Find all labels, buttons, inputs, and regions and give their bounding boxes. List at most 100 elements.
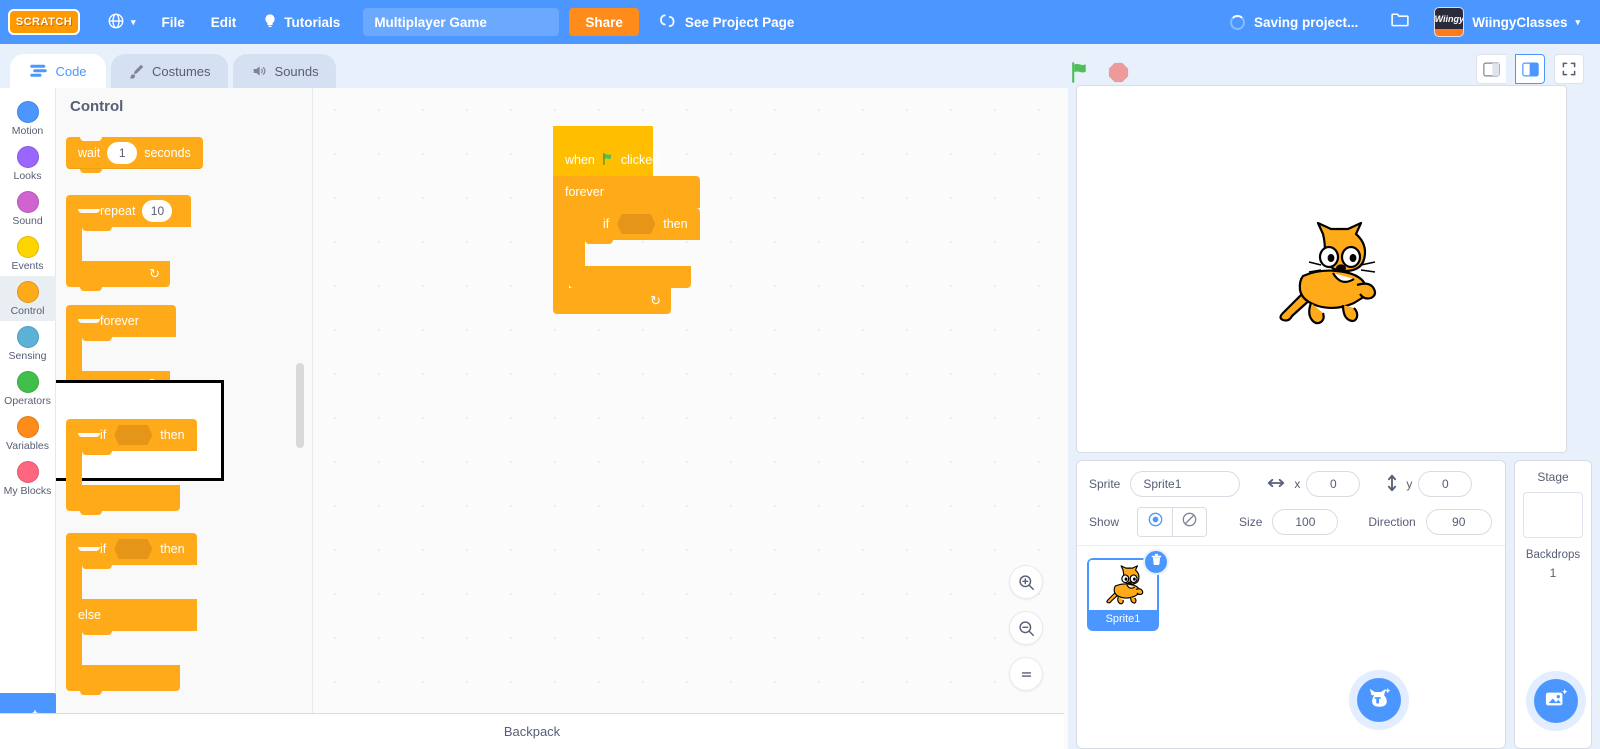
block-notch xyxy=(78,209,100,213)
condition-hex-slot[interactable] xyxy=(114,425,153,445)
block-when-flag-clicked[interactable]: when clicked xyxy=(553,126,659,176)
sprite-list: Sprite1 xyxy=(1077,546,1505,643)
repeat-count-input[interactable]: 10 xyxy=(142,200,173,222)
category-variables[interactable]: Variables xyxy=(0,411,56,456)
green-flag-icon xyxy=(601,152,615,169)
backpack-bar[interactable]: Backpack xyxy=(0,713,1064,749)
stage-column: Sprite x xyxy=(1068,85,1600,749)
my-stuff-button[interactable] xyxy=(1372,9,1428,35)
category-label: Control xyxy=(10,305,45,317)
category-sensing[interactable]: Sensing xyxy=(0,321,56,366)
choose-backdrop-image-icon xyxy=(1544,688,1568,715)
category-my-blocks[interactable]: My Blocks xyxy=(0,456,56,501)
tab-sounds[interactable]: Sounds xyxy=(232,54,336,88)
block-notch xyxy=(80,287,102,291)
category-sound[interactable]: Sound xyxy=(0,186,56,231)
palette-block-repeat[interactable]: repeat 10 ↻ xyxy=(66,195,192,291)
category-motion[interactable]: Motion xyxy=(0,96,56,141)
block-palette[interactable]: Control wait 1 seconds repeat 10 ↻ forev… xyxy=(56,88,313,749)
palette-block-wait[interactable]: wait 1 seconds xyxy=(66,137,203,173)
code-canvas[interactable]: when clicked forever if then ↻ xyxy=(313,88,1068,749)
stage-control-buttons xyxy=(1068,60,1130,85)
zoom-reset-button[interactable] xyxy=(1009,657,1043,691)
zoom-in-button[interactable] xyxy=(1009,565,1043,599)
project-title-input[interactable] xyxy=(363,8,560,36)
tab-costumes[interactable]: Costumes xyxy=(111,54,228,88)
block-forever[interactable]: forever if then ↻ xyxy=(553,176,700,314)
category-color-dot xyxy=(16,146,39,168)
tab-sounds-label: Sounds xyxy=(274,63,319,79)
block-if-then[interactable]: if then xyxy=(569,208,700,288)
script-stack[interactable]: when clicked forever if then ↻ xyxy=(553,126,700,314)
sprite-y-input[interactable] xyxy=(1418,471,1473,497)
green-flag-button[interactable] xyxy=(1068,60,1093,85)
language-menu[interactable]: ▾ xyxy=(94,0,149,44)
x-coordinate-group: x xyxy=(1266,477,1300,492)
canvas-zoom-controls xyxy=(1009,565,1043,691)
show-hidden-button[interactable] xyxy=(1172,508,1207,536)
loop-arrow-icon: ↻ xyxy=(650,293,661,308)
show-toggle xyxy=(1137,507,1208,537)
file-menu[interactable]: File xyxy=(149,0,198,44)
category-looks[interactable]: Looks xyxy=(0,141,56,186)
category-events[interactable]: Events xyxy=(0,231,56,276)
block-label: repeat xyxy=(100,204,136,218)
sprite-x-input[interactable] xyxy=(1306,471,1361,497)
category-control[interactable]: Control xyxy=(0,276,56,321)
category-operators[interactable]: Operators xyxy=(0,366,56,411)
delete-sprite-button[interactable] xyxy=(1143,549,1169,575)
vertical-arrows-icon xyxy=(1386,473,1398,496)
tab-code[interactable]: Code xyxy=(10,54,106,88)
category-color-dot xyxy=(16,236,39,258)
stage-panel-title: Stage xyxy=(1537,470,1569,484)
category-color-dot xyxy=(16,191,39,213)
block-notch xyxy=(80,691,102,695)
palette-block-if-then[interactable]: if then xyxy=(66,419,197,515)
palette-scrollbar[interactable] xyxy=(296,363,304,448)
zoom-out-button[interactable] xyxy=(1009,611,1043,645)
menu-bar-right: Saving project... Wiingy WiingyClasses ▾ xyxy=(1216,7,1590,37)
fullscreen-button[interactable] xyxy=(1554,54,1584,84)
if-then-block-header: if then xyxy=(66,419,197,451)
saving-status-label: Saving project... xyxy=(1254,14,1359,30)
wait-seconds-input[interactable]: 1 xyxy=(107,142,138,164)
tutorials-menu[interactable]: Tutorials xyxy=(249,0,353,44)
stage-sprite-cat[interactable] xyxy=(1265,221,1381,331)
small-stage-button[interactable] xyxy=(1476,54,1506,84)
share-button[interactable]: Share xyxy=(569,8,639,36)
direction-label: Direction xyxy=(1368,515,1416,529)
sprite-area: Sprite x xyxy=(1076,453,1592,749)
palette-category-title: Control xyxy=(70,98,124,115)
hat-dome xyxy=(553,126,653,144)
choose-sprite-button[interactable] xyxy=(1357,678,1401,722)
see-project-page-button[interactable]: See Project Page xyxy=(653,11,799,33)
category-label: Operators xyxy=(4,395,51,407)
y-label: y xyxy=(1406,477,1413,491)
show-visible-button[interactable] xyxy=(1138,508,1173,536)
block-label-suffix: then xyxy=(663,217,688,231)
scratch-logo[interactable]: SCRATCH xyxy=(8,9,80,35)
tutorials-label: Tutorials xyxy=(284,14,341,30)
stage-area[interactable] xyxy=(1076,85,1567,453)
chevron-down-icon: ▾ xyxy=(131,16,136,27)
backdrops-label: Backdrops xyxy=(1525,549,1581,561)
palette-block-if-then-else[interactable]: if then else xyxy=(66,533,197,695)
stop-button[interactable] xyxy=(1107,61,1130,84)
stage-thumbnail[interactable] xyxy=(1523,492,1583,538)
category-label: Events xyxy=(11,260,44,272)
block-notch xyxy=(80,169,102,173)
chevron-down-icon: ▾ xyxy=(1575,16,1580,27)
edit-menu[interactable]: Edit xyxy=(198,0,250,44)
condition-hex-slot[interactable] xyxy=(114,539,153,559)
condition-hex-slot[interactable] xyxy=(617,214,656,234)
block-label: else xyxy=(78,608,101,622)
sprite-size-input[interactable] xyxy=(1272,509,1339,535)
sprite-tile-sprite1[interactable]: Sprite1 xyxy=(1087,549,1169,631)
category-color-dot xyxy=(16,371,39,393)
if-then-footer xyxy=(569,266,691,288)
account-menu[interactable]: Wiingy WiingyClasses ▾ xyxy=(1428,7,1590,37)
choose-backdrop-button[interactable] xyxy=(1534,679,1578,723)
sprite-direction-input[interactable] xyxy=(1425,509,1492,535)
sprite-name-input[interactable] xyxy=(1130,471,1241,497)
large-stage-button[interactable] xyxy=(1515,54,1545,84)
